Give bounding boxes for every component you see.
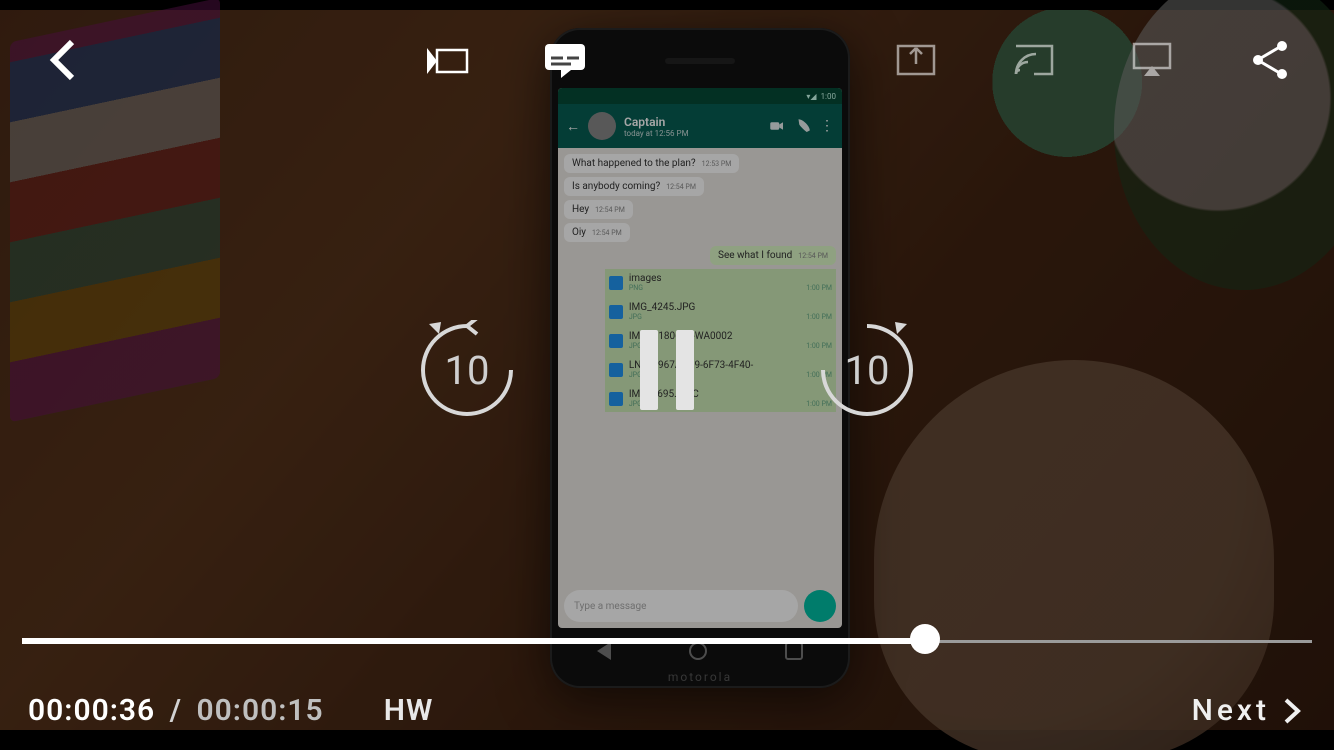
share-button[interactable] [1246, 36, 1294, 84]
time-display: 00:00:36 / 00:00:15 [28, 693, 324, 728]
play-pause-button[interactable] [627, 320, 707, 420]
subtitle-icon [541, 36, 589, 84]
bottom-bar: 00:00:36 / 00:00:15 HW Next [0, 693, 1334, 728]
seek-progress [22, 638, 925, 644]
pip-icon [892, 36, 940, 84]
forward-10-button[interactable]: 10 [817, 320, 917, 420]
forward-ring-icon [817, 320, 917, 420]
popup-play-button[interactable] [423, 36, 471, 84]
airplay-button[interactable] [1128, 36, 1176, 84]
cast-button[interactable] [1010, 36, 1058, 84]
remaining-time: 00:00:15 [197, 693, 324, 728]
pause-bar-left-icon [640, 330, 658, 410]
rewind-ring-icon [417, 320, 517, 420]
pause-bar-right-icon [676, 330, 694, 410]
time-separator: / [170, 693, 182, 728]
video-player: ▾◢ 1:00 ← Captain today at 12:56 PM ⋮ Wh… [0, 0, 1334, 750]
cast-icon [1010, 36, 1058, 84]
next-button[interactable]: Next [1192, 693, 1306, 728]
chevron-left-icon [40, 36, 88, 84]
seek-bar[interactable] [22, 636, 1312, 646]
chevron-right-icon [1276, 696, 1306, 726]
share-icon [1246, 36, 1294, 84]
popup-play-icon [423, 36, 471, 84]
subtitle-button[interactable] [541, 36, 589, 84]
decoder-toggle[interactable]: HW [384, 693, 434, 728]
pip-button[interactable] [892, 36, 940, 84]
current-time: 00:00:36 [28, 693, 155, 728]
top-toolbar [0, 30, 1334, 90]
seek-thumb[interactable] [910, 624, 940, 654]
back-button[interactable] [40, 36, 88, 84]
airplay-icon [1128, 36, 1176, 84]
rewind-10-button[interactable]: 10 [417, 320, 517, 420]
transport-controls: 10 10 [0, 320, 1334, 420]
next-label: Next [1192, 693, 1270, 728]
